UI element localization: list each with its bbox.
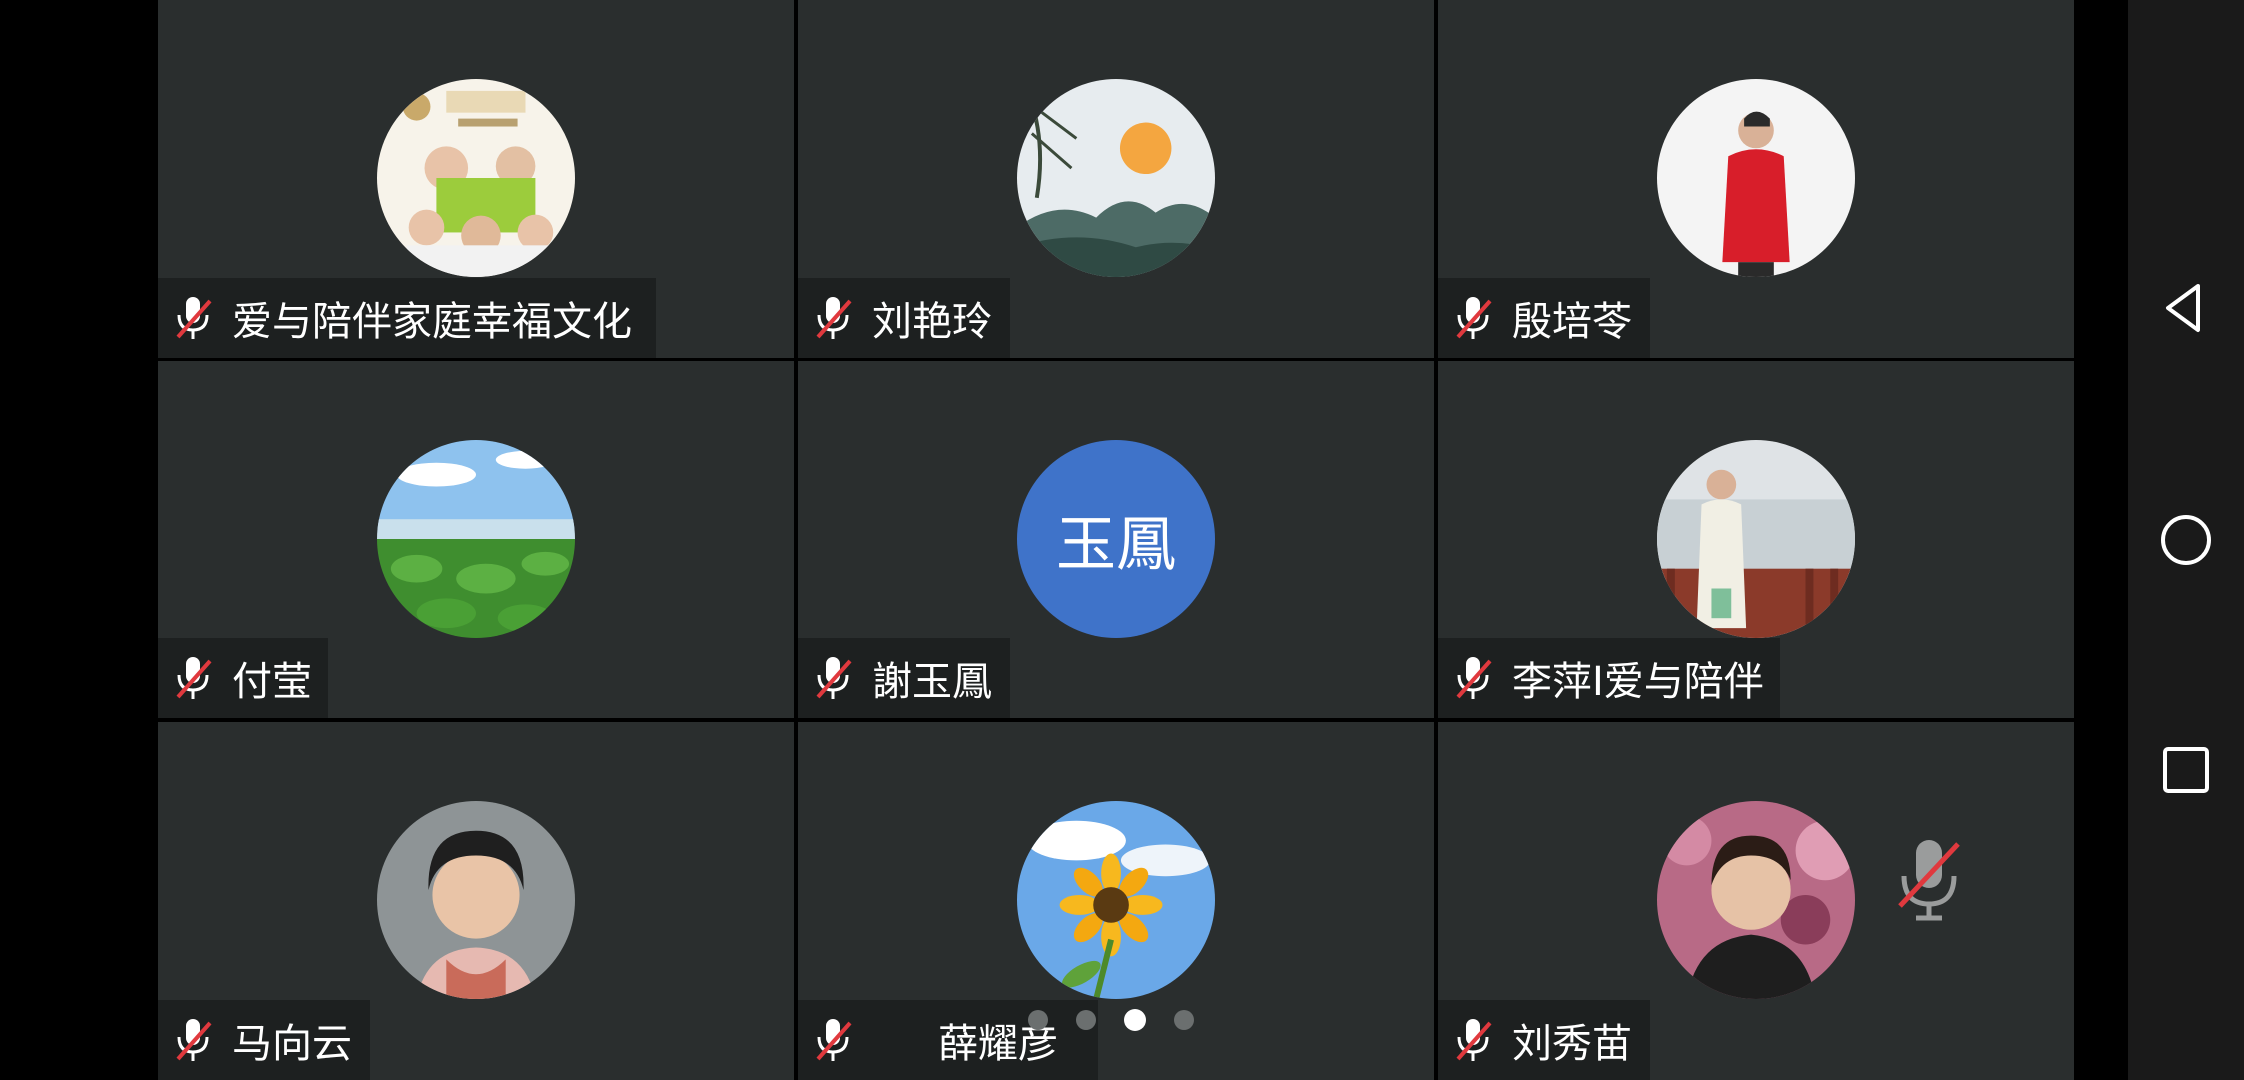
mic-muted-icon — [1456, 1019, 1492, 1061]
initials-avatar: 玉鳳 — [1017, 440, 1215, 638]
name-plate: 马向云 — [158, 1000, 370, 1080]
participant-tile[interactable]: 刘艳玲 — [798, 0, 1434, 358]
participant-name: 刘艳玲 — [872, 299, 992, 345]
participant-tile[interactable]: 刘秀苗 — [1438, 722, 2074, 1080]
mic-muted-icon — [176, 1019, 212, 1061]
name-plate: 刘秀苗 — [1438, 1000, 1650, 1080]
participant-name: 刘秀苗 — [1512, 1021, 1632, 1067]
participant-tile[interactable]: 付莹 — [158, 361, 794, 718]
mic-muted-icon — [176, 297, 212, 339]
system-navigation-bar — [2128, 0, 2244, 1080]
participant-tile[interactable]: 玉鳳 謝玉鳳 — [798, 361, 1434, 718]
participant-avatar — [1657, 440, 1855, 638]
woman-blossoms-avatar-image — [1657, 801, 1855, 999]
home-button[interactable] — [2128, 482, 2244, 598]
mic-muted-icon — [1456, 657, 1492, 699]
sunflower-avatar-image — [1017, 801, 1215, 999]
participant-name: 爱与陪伴家庭幸福文化 — [232, 299, 632, 345]
name-plate: 爱与陪伴家庭幸福文化 — [158, 278, 656, 358]
page-dot[interactable] — [1028, 1010, 1048, 1030]
participant-tile[interactable]: 爱与陪伴家庭幸福文化 — [158, 0, 794, 358]
sunset-landscape-avatar-image — [1017, 79, 1215, 277]
mic-muted-icon — [816, 1019, 852, 1061]
participant-name: 謝玉鳳 — [872, 659, 992, 705]
participant-tile[interactable]: 殷培苓 — [1438, 0, 2074, 358]
participant-avatar — [377, 801, 575, 999]
red-hoodie-person-avatar-image — [1657, 79, 1855, 277]
recents-square-icon — [2163, 747, 2209, 793]
recents-button[interactable] — [2128, 712, 2244, 828]
lotus-field-avatar-image — [377, 440, 575, 638]
name-plate: 付莹 — [158, 638, 328, 718]
meeting-gallery: 爱与陪伴家庭幸福文化 刘艳玲 殷培苓 付莹 玉鳳 謝玉鳳 李萍I爱与陪伴 马向云… — [0, 0, 2244, 1080]
avatar-initials: 玉鳳 — [1056, 509, 1176, 580]
poster-avatar-image — [377, 79, 575, 277]
name-plate: 謝玉鳳 — [798, 638, 1010, 718]
page-dot[interactable] — [1174, 1010, 1194, 1030]
back-button[interactable] — [2128, 250, 2244, 366]
participant-avatar — [1657, 801, 1855, 999]
home-circle-icon — [2161, 515, 2211, 565]
participant-avatar — [377, 79, 575, 277]
mic-muted-icon — [816, 297, 852, 339]
participant-name: 付莹 — [232, 659, 312, 705]
name-plate: 刘艳玲 — [798, 278, 1010, 358]
mic-muted-icon — [176, 657, 212, 699]
participant-avatar — [1017, 801, 1215, 999]
participant-name: 殷培苓 — [1512, 299, 1632, 345]
woman-selfie-avatar-image — [377, 801, 575, 999]
page-dot-active[interactable] — [1124, 1009, 1146, 1031]
mic-muted-icon — [1456, 297, 1492, 339]
participant-tile[interactable]: 李萍I爱与陪伴 — [1438, 361, 2074, 718]
mic-muted-icon — [1898, 840, 1960, 921]
name-plate: 李萍I爱与陪伴 — [1438, 638, 1780, 718]
participant-tile[interactable]: 马向云 — [158, 722, 794, 1080]
page-dot[interactable] — [1076, 1010, 1096, 1030]
lakeside-person-avatar-image — [1657, 440, 1855, 638]
participant-name: 李萍I爱与陪伴 — [1512, 659, 1764, 705]
mic-muted-icon — [816, 657, 852, 699]
back-triangle-icon — [2166, 284, 2200, 332]
name-plate: 殷培苓 — [1438, 278, 1650, 358]
participant-avatar — [377, 440, 575, 638]
page-indicator[interactable] — [1028, 1009, 1194, 1031]
participant-avatar — [1657, 79, 1855, 277]
participant-avatar — [1017, 79, 1215, 277]
participant-name: 马向云 — [232, 1021, 352, 1067]
